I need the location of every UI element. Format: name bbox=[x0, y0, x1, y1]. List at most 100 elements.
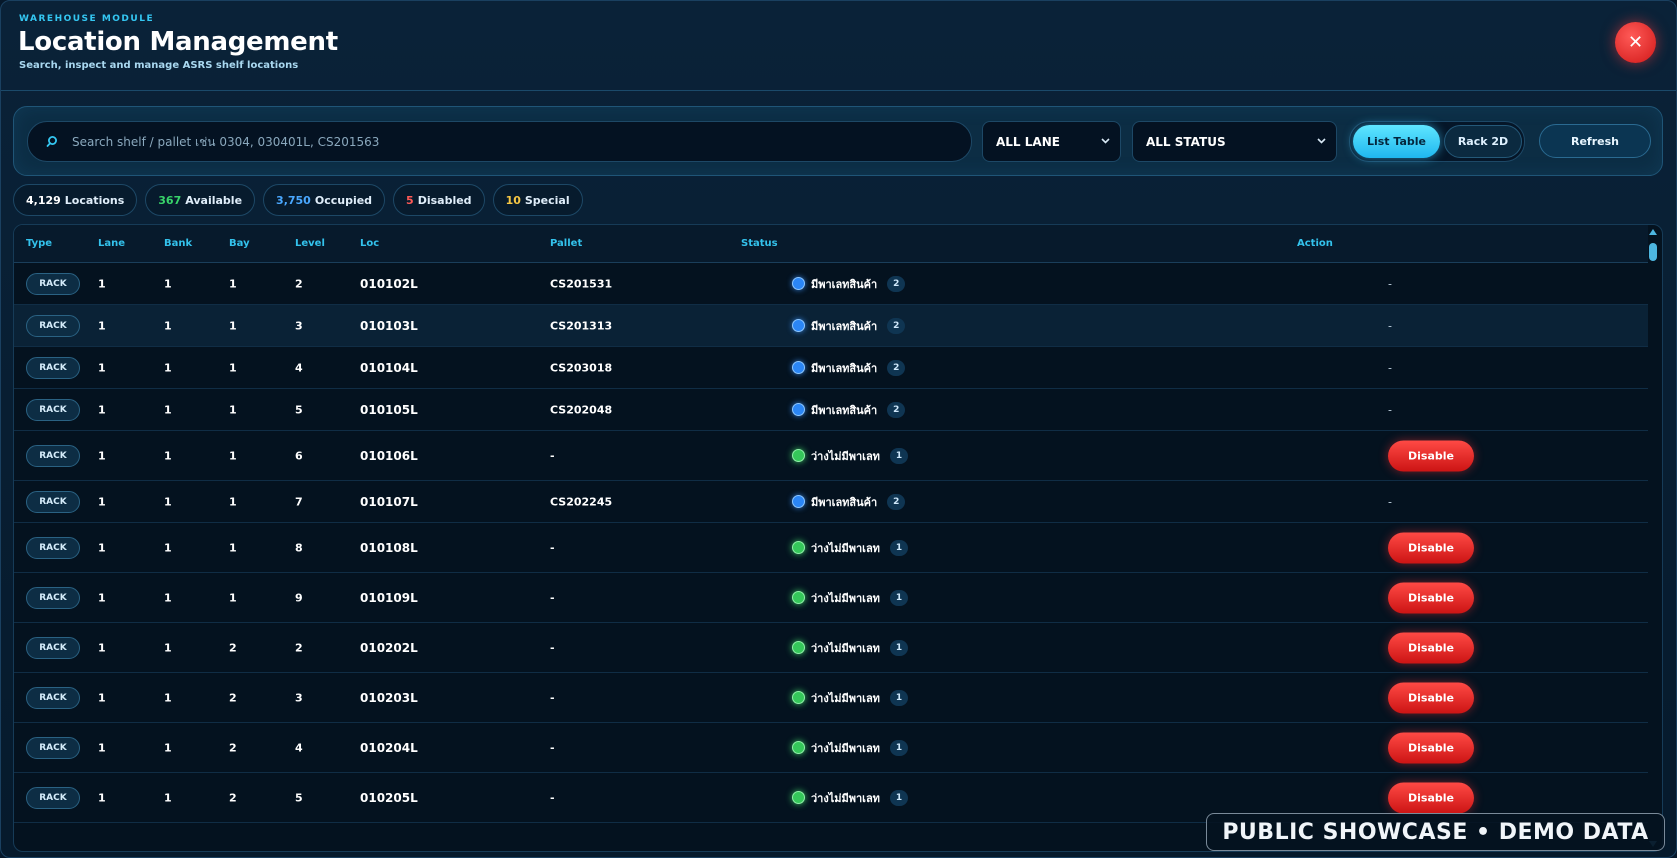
status-text: ว่างไม่มีพาเลท bbox=[811, 741, 880, 755]
status-count-badge: 2 bbox=[887, 275, 906, 292]
locations-table: Type Lane Bank Bay Level Loc Pallet Status Actio… bbox=[13, 224, 1663, 852]
cell-bay: 1 bbox=[229, 361, 237, 374]
cell-loc: 010107L bbox=[360, 494, 418, 509]
status-dot-icon bbox=[792, 791, 805, 804]
type-badge: RACK bbox=[26, 736, 80, 759]
table-row[interactable]: RACK 1 1 2 2 010202L - ว่างไม่มีพาเลท 1 Disable bbox=[14, 623, 1648, 673]
cell-lane: 1 bbox=[98, 495, 106, 508]
cell-bank: 1 bbox=[164, 403, 172, 416]
status-text: ว่างไม่มีพาเลท bbox=[811, 591, 880, 605]
column-header-action[interactable]: Action bbox=[1297, 238, 1333, 249]
column-header-status[interactable]: Status bbox=[741, 238, 778, 249]
table-scrollbar[interactable] bbox=[1648, 229, 1658, 847]
status-count-badge: 2 bbox=[887, 317, 906, 334]
refresh-button[interactable]: Refresh bbox=[1539, 124, 1651, 158]
type-badge: RACK bbox=[26, 686, 80, 709]
column-header-level[interactable]: Level bbox=[295, 238, 325, 249]
cell-loc: 010109L bbox=[360, 590, 418, 605]
status-count-badge: 1 bbox=[889, 539, 908, 556]
cell-pallet: - bbox=[550, 541, 555, 554]
cell-level: 5 bbox=[295, 791, 303, 804]
cell-bay: 1 bbox=[229, 403, 237, 416]
status-count-badge: 2 bbox=[887, 401, 906, 418]
table-row[interactable]: RACK 1 1 2 4 010204L - ว่างไม่มีพาเลท 1 Disable bbox=[14, 723, 1648, 773]
cell-bank: 1 bbox=[164, 277, 172, 290]
cell-bay: 1 bbox=[229, 541, 237, 554]
table-row[interactable]: RACK 1 1 1 4 010104L CS203018 มีพาเลทสินค้า 2 - bbox=[14, 347, 1648, 389]
cell-bay: 2 bbox=[229, 641, 237, 654]
status-text: มีพาเลทสินค้า bbox=[811, 403, 878, 417]
cell-lane: 1 bbox=[98, 791, 106, 804]
cell-level: 2 bbox=[295, 277, 303, 290]
search-box[interactable] bbox=[27, 121, 972, 162]
action-empty: - bbox=[1388, 319, 1392, 332]
status-text: ว่างไม่มีพาเลท bbox=[811, 691, 880, 705]
cell-level: 3 bbox=[295, 319, 303, 332]
status-text: ว่างไม่มีพาเลท bbox=[811, 541, 880, 555]
close-button[interactable]: ✕ bbox=[1615, 22, 1656, 63]
table-row[interactable]: RACK 1 1 1 2 010102L CS201531 มีพาเลทสินค้า 2 - bbox=[14, 263, 1648, 305]
column-header-loc[interactable]: Loc bbox=[360, 238, 379, 249]
cell-loc: 010205L bbox=[360, 790, 418, 805]
disable-button[interactable]: Disable bbox=[1388, 682, 1474, 713]
type-badge: RACK bbox=[26, 314, 80, 337]
column-header-bay[interactable]: Bay bbox=[229, 238, 250, 249]
disable-button[interactable]: Disable bbox=[1388, 732, 1474, 763]
cell-pallet: CS202048 bbox=[550, 403, 613, 416]
status-dot-icon bbox=[792, 495, 805, 508]
cell-lane: 1 bbox=[98, 591, 106, 604]
column-header-pallet[interactable]: Pallet bbox=[550, 238, 582, 249]
rack-2d-view-button[interactable]: Rack 2D bbox=[1444, 125, 1522, 158]
cell-lane: 1 bbox=[98, 691, 106, 704]
page-subtitle: Search, inspect and manage ASRS shelf lo… bbox=[19, 60, 299, 71]
lane-select[interactable]: ALL LANE bbox=[982, 121, 1121, 162]
cell-level: 7 bbox=[295, 495, 303, 508]
cell-loc: 010203L bbox=[360, 690, 418, 705]
type-badge: RACK bbox=[26, 444, 80, 467]
cell-pallet: - bbox=[550, 741, 555, 754]
stat-label: Special bbox=[524, 193, 570, 207]
table-row[interactable]: RACK 1 1 1 9 010109L - ว่างไม่มีพาเลท 1 Disable bbox=[14, 573, 1648, 623]
table-row[interactable]: RACK 1 1 1 8 010108L - ว่างไม่มีพาเลท 1 Disable bbox=[14, 523, 1648, 573]
search-input[interactable] bbox=[72, 134, 971, 149]
disable-button[interactable]: Disable bbox=[1388, 632, 1474, 663]
table-row[interactable]: RACK 1 1 2 3 010203L - ว่างไม่มีพาเลท 1 Disable bbox=[14, 673, 1648, 723]
scroll-up-arrow-icon[interactable] bbox=[1649, 229, 1657, 235]
status-dot-icon bbox=[792, 641, 805, 654]
column-header-bank[interactable]: Bank bbox=[164, 238, 192, 249]
table-row[interactable]: RACK 1 1 1 5 010105L CS202048 มีพาเลทสินค้า 2 - bbox=[14, 389, 1648, 431]
type-badge: RACK bbox=[26, 636, 80, 659]
stat-chip-locations: 4,129 Locations bbox=[13, 184, 138, 216]
status-select[interactable]: ALL STATUS bbox=[1132, 121, 1337, 162]
location-management-window: WAREHOUSE MODULE Location Management Sea… bbox=[0, 0, 1677, 858]
status-dot-icon bbox=[792, 277, 805, 290]
list-table-view-button[interactable]: List Table bbox=[1353, 125, 1440, 158]
disable-button[interactable]: Disable bbox=[1388, 532, 1474, 563]
column-header-type[interactable]: Type bbox=[26, 238, 52, 249]
scroll-thumb[interactable] bbox=[1649, 243, 1657, 261]
cell-bay: 1 bbox=[229, 319, 237, 332]
status-indicator: ว่างไม่มีพาเลท 1 bbox=[792, 539, 908, 557]
status-indicator: ว่างไม่มีพาเลท 1 bbox=[792, 589, 908, 607]
cell-level: 2 bbox=[295, 641, 303, 654]
type-badge: RACK bbox=[26, 398, 80, 421]
cell-pallet: CS201531 bbox=[550, 277, 613, 290]
table-row[interactable]: RACK 1 1 1 6 010106L - ว่างไม่มีพาเลท 1 Disable bbox=[14, 431, 1648, 481]
cell-level: 9 bbox=[295, 591, 303, 604]
stat-count: 10 bbox=[505, 193, 521, 207]
cell-loc: 010202L bbox=[360, 640, 418, 655]
cell-bay: 1 bbox=[229, 591, 237, 604]
chevron-down-icon bbox=[1101, 136, 1110, 147]
disable-button[interactable]: Disable bbox=[1388, 582, 1474, 613]
cell-bay: 1 bbox=[229, 277, 237, 290]
table-row[interactable]: RACK 1 1 1 7 010107L CS202245 มีพาเลทสินค้า 2 - bbox=[14, 481, 1648, 523]
cell-bank: 1 bbox=[164, 741, 172, 754]
disable-button[interactable]: Disable bbox=[1388, 440, 1474, 471]
cell-level: 8 bbox=[295, 541, 303, 554]
column-header-lane[interactable]: Lane bbox=[98, 238, 125, 249]
disable-button[interactable]: Disable bbox=[1388, 782, 1474, 813]
status-indicator: มีพาเลทสินค้า 2 bbox=[792, 317, 906, 335]
filter-toolbar: ALL LANE ALL STATUS List Table Rack 2D R… bbox=[13, 106, 1663, 176]
table-row[interactable]: RACK 1 1 1 3 010103L CS201313 มีพาเลทสินค้า 2 - bbox=[14, 305, 1648, 347]
stat-label: Occupied bbox=[314, 193, 373, 207]
